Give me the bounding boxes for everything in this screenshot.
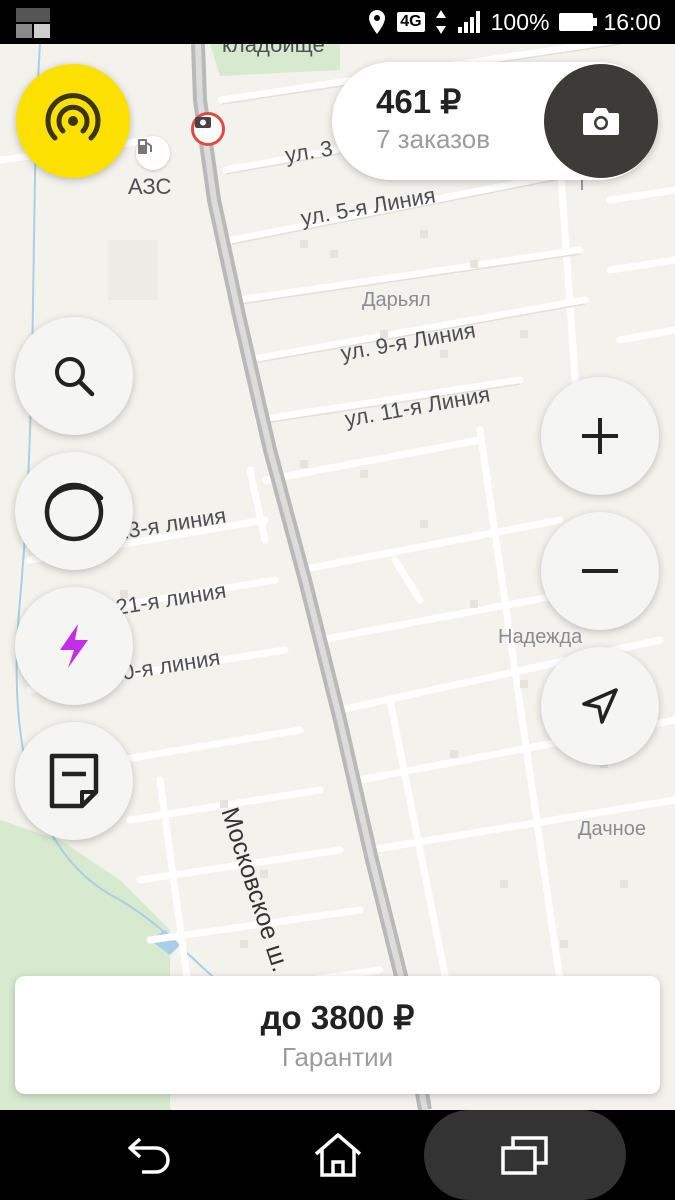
zoom-out-button[interactable]	[541, 512, 659, 630]
map-label-gas-station: АЗС	[128, 174, 172, 199]
zoom-in-button[interactable]	[541, 377, 659, 495]
signal-icon	[457, 11, 480, 33]
filter-button[interactable]	[15, 452, 133, 570]
status-indicators: 4G 100% 16:00	[367, 0, 661, 44]
map-label-dachnoe: Дачное	[578, 818, 646, 840]
map-label-daryal: Дарьял	[362, 289, 431, 311]
map-label-cemetery: кладбище	[222, 44, 325, 57]
filter-circle-icon	[44, 482, 104, 542]
data-arrows-icon	[435, 10, 446, 34]
clock: 16:00	[603, 8, 661, 35]
home-button[interactable]	[288, 1110, 388, 1200]
back-button[interactable]	[100, 1110, 200, 1200]
location-pin-icon	[369, 10, 386, 34]
battery-percent: 100%	[490, 8, 550, 35]
notes-button[interactable]	[15, 722, 133, 840]
speed-camera-icon	[191, 112, 225, 146]
recents-icon	[501, 1136, 548, 1175]
guarantee-label: Гарантии	[281, 1042, 394, 1072]
network-type-badge: 4G	[397, 12, 425, 32]
app-notification-icon	[16, 8, 50, 38]
orders-count: 7 заказов	[376, 124, 491, 154]
gas-station-icon	[136, 136, 170, 170]
radar-button[interactable]	[16, 64, 130, 178]
home-icon	[314, 1133, 362, 1177]
status-bar: 4G 100% 16:00	[0, 0, 675, 44]
locate-icon	[582, 688, 618, 724]
orders-amount: 461 ₽	[376, 83, 462, 120]
zoom-in-icon	[582, 418, 618, 454]
surge-button[interactable]	[15, 587, 133, 705]
locate-button[interactable]	[541, 647, 659, 765]
battery-icon	[559, 13, 598, 31]
navigation-bar	[0, 1110, 675, 1200]
lightning-icon	[60, 624, 88, 668]
camera-icon	[583, 108, 619, 135]
camera-button[interactable]	[544, 64, 658, 178]
recents-button[interactable]	[474, 1110, 576, 1200]
search-button[interactable]	[15, 317, 133, 435]
map-label-nadezhda: Надежда	[498, 626, 583, 648]
search-icon	[55, 357, 95, 397]
radar-icon	[45, 93, 101, 141]
back-icon	[128, 1137, 170, 1174]
guarantee-amount: до 3800 ₽	[260, 999, 415, 1036]
guarantee-card[interactable]: до 3800 ₽ Гарантии	[15, 976, 660, 1094]
note-icon	[49, 753, 99, 809]
zoom-out-icon	[582, 569, 618, 573]
